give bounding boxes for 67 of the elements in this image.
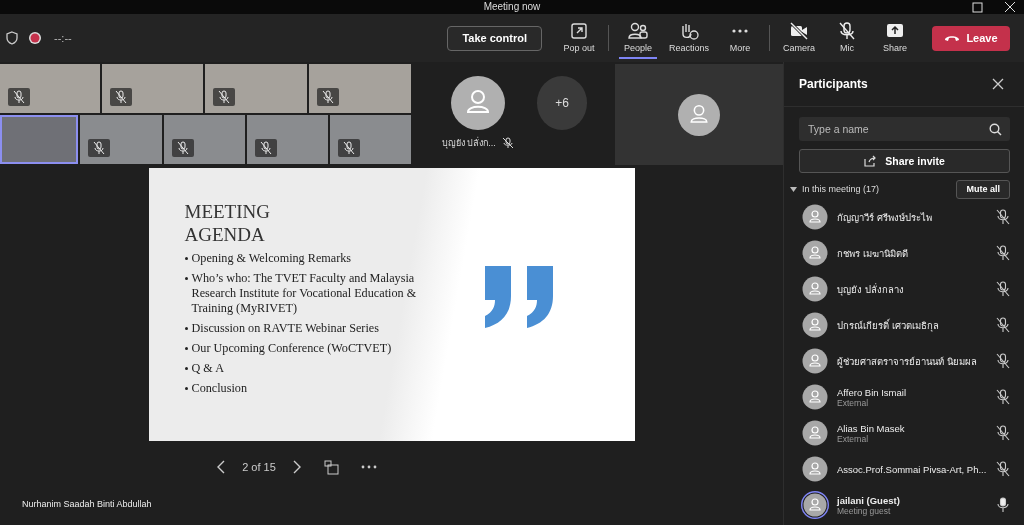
share-button[interactable]: Share xyxy=(876,17,914,59)
agenda-item: Q & A xyxy=(191,360,224,376)
pop-out-icon xyxy=(569,21,588,40)
panel-title: Participants xyxy=(799,77,868,91)
avatar-icon xyxy=(450,76,505,130)
camera-button[interactable]: Camera xyxy=(780,17,818,59)
participant-name: ผู้ช่วยศาสตราจารย์อานนท์ นิยมผล xyxy=(837,354,978,369)
more-button[interactable]: More xyxy=(721,17,759,59)
agenda-item: Opening & Welcoming Remarks xyxy=(191,250,352,266)
slide-title: MEETING AGENDA xyxy=(184,199,271,246)
take-control-button[interactable]: Take control xyxy=(447,25,542,51)
bullet-icon xyxy=(184,386,188,390)
participant-name: ปกรณ์เกียรติ์ เศวตเมธิกุล xyxy=(837,317,940,333)
agenda-item: Discussion on RAVTE Webinar Series xyxy=(191,320,379,336)
slide-counter: 2 of 15 xyxy=(242,461,276,473)
agenda-item: Who’s who: The TVET Faculty and Malaysia Research Institute for Vocational Education & Training (MyRIVET) xyxy=(191,270,418,316)
hand-icon xyxy=(679,21,699,40)
caret-icon[interactable] xyxy=(790,185,797,193)
participant-name: Affero Bin Ismail xyxy=(837,386,907,398)
participant-name: บุญยัง ปลั่งกลาง xyxy=(837,282,905,297)
section-heading[interactable]: In this meeting (17) xyxy=(802,184,952,194)
more-icon xyxy=(732,28,748,33)
pop-out-button[interactable]: Pop out xyxy=(559,17,598,59)
overflow-count[interactable]: +6 xyxy=(536,76,588,130)
participant-name: บุญยัง ปลั่งก... xyxy=(441,136,496,150)
bullet-icon xyxy=(184,366,188,370)
search-field[interactable]: Type a name xyxy=(799,117,1010,141)
agenda-item: Our Upcoming Conference (WoCTVET) xyxy=(191,340,392,356)
camera-off-icon xyxy=(789,21,809,40)
reactions-button[interactable]: Reactions xyxy=(666,17,711,59)
share-invite-button[interactable]: Share invite xyxy=(799,149,1010,173)
phone-icon xyxy=(944,34,961,42)
more-icon[interactable] xyxy=(360,465,377,469)
previous-icon[interactable] xyxy=(216,460,227,474)
close-icon[interactable] xyxy=(992,78,1004,90)
participant-name: Assoc.Prof.Sommai Pivsa-Art, Ph... xyxy=(837,463,988,475)
agenda-item: Conclusion xyxy=(191,380,248,396)
leave-button[interactable]: Leave xyxy=(932,25,1010,51)
share-icon xyxy=(864,155,878,167)
meeting-timer: --:-- xyxy=(54,32,72,44)
maximize-icon[interactable] xyxy=(972,1,984,13)
participant-role: External xyxy=(837,433,870,444)
participant-name: กชพร เมฆานิมิตดี xyxy=(837,246,909,261)
close-icon[interactable] xyxy=(1004,1,1016,13)
bullet-icon xyxy=(184,276,188,280)
participant-role: Meeting guest xyxy=(837,505,891,516)
people-icon xyxy=(627,21,648,40)
layout-icon[interactable] xyxy=(323,459,339,475)
avatar-icon xyxy=(678,93,721,136)
presenter-name: Nurhanim Saadah Binti Abdullah xyxy=(22,499,152,509)
mic-button[interactable]: Mic xyxy=(828,17,866,59)
mic-off-icon xyxy=(837,21,857,40)
window-title: Meeting now xyxy=(483,1,541,13)
shield-icon[interactable] xyxy=(6,31,18,45)
participant-name: Alias Bin Masek xyxy=(837,422,906,434)
next-icon[interactable] xyxy=(291,460,302,474)
bullet-icon xyxy=(184,326,188,330)
quote-mark-icon xyxy=(484,265,555,328)
share-screen-icon xyxy=(885,21,905,40)
bullet-icon xyxy=(184,346,188,350)
search-icon xyxy=(989,123,1002,136)
mute-all-button[interactable]: Mute all xyxy=(956,179,1010,199)
participant-name: กัญญาวีร์ ศรีพงษ์ประไพ xyxy=(837,210,933,225)
bullet-icon xyxy=(184,256,188,260)
participant-name: jailani (Guest) xyxy=(837,494,901,506)
participant-role: External xyxy=(837,397,870,408)
people-button[interactable]: People xyxy=(618,17,657,59)
